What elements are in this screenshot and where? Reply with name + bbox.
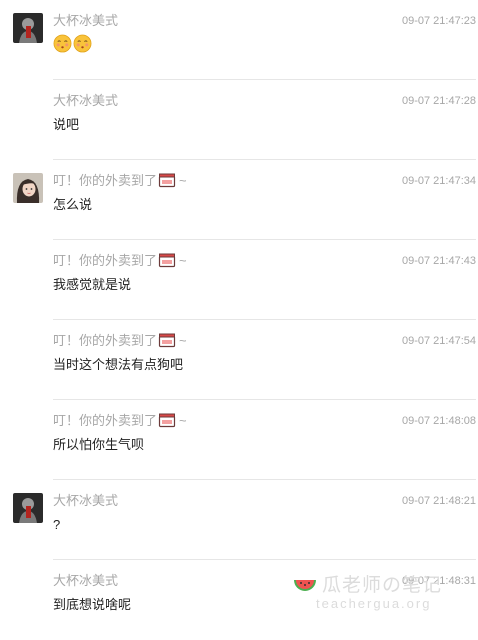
message-content: 所以怕你生气呗 [53,437,145,452]
message-time: 09-07 21:47:43 [401,255,476,267]
sender-name[interactable]: 叮！你的外卖到了 ~ [53,332,187,350]
message-content [53,34,93,53]
message-content: 怎么说 [53,197,93,212]
sender-name-text: 叮！你的外卖到了 [53,413,158,428]
sender-name-text: 叮！你的外卖到了 [53,333,158,348]
chat-message: 叮！你的外卖到了 ~ 09-07 21:47:34 怎么说 [0,160,478,240]
girl-avatar-icon [13,173,43,203]
message-content: 到底想说啥呢 [53,597,132,612]
message-time: 09-07 21:48:21 [401,495,476,507]
watermark-url: teachergua.org [316,596,432,611]
sender-name-text: 叮！你的外卖到了 [53,173,158,188]
sender-suffix: ~ [179,333,187,348]
sender-name[interactable]: 叮！你的外卖到了 ~ [53,252,187,270]
message-time: 09-07 21:47:23 [401,15,476,27]
watermark-title: 瓜老师の笔记 [322,575,443,596]
chat-message: 大杯冰美式 09-07 21:48:21 ? [0,480,478,560]
takeout-box-icon [158,413,176,428]
avatar[interactable] [13,173,43,203]
avatar[interactable] [13,493,43,523]
dark-avatar-icon [13,493,43,523]
kissing-face-icon [53,34,72,53]
sender-name-text: 叮！你的外卖到了 [53,253,158,268]
sender-suffix: ~ [179,173,187,188]
sender-name[interactable]: 叮！你的外卖到了 ~ [53,172,187,190]
avatar[interactable] [13,13,43,43]
message-content: 当时这个想法有点狗吧 [53,357,184,372]
dark-avatar-icon [13,13,43,43]
message-time: 09-07 21:47:34 [401,175,476,187]
watermelon-logo-icon [294,580,316,591]
chat-message: 大杯冰美式 09-07 21:47:28 说吧 [0,80,478,160]
takeout-box-icon [158,333,176,348]
watermark: 瓜老师の笔记 teachergua.org [290,566,470,616]
sender-name[interactable]: 大杯冰美式 [53,572,118,590]
takeout-box-icon [158,173,176,188]
chat-message: 叮！你的外卖到了 ~ 09-07 21:48:08 所以怕你生气呗 [0,400,478,480]
message-time: 09-07 21:47:28 [401,95,476,107]
takeout-box-icon [158,253,176,268]
message-time: 09-07 21:47:54 [401,335,476,347]
chat-message: 叮！你的外卖到了 ~ 09-07 21:47:54 当时这个想法有点狗吧 [0,320,478,400]
message-content: ? [53,517,61,532]
sender-name[interactable]: 大杯冰美式 [53,492,118,510]
sender-name[interactable]: 大杯冰美式 [53,92,118,110]
sender-suffix: ~ [179,253,187,268]
message-content: 说吧 [53,117,80,132]
sender-name[interactable]: 大杯冰美式 [53,12,118,30]
message-content: 我感觉就是说 [53,277,132,292]
chat-message: 大杯冰美式 09-07 21:47:23 [0,0,478,80]
kissing-face-icon [73,34,92,53]
sender-suffix: ~ [179,413,187,428]
sender-name[interactable]: 叮！你的外卖到了 ~ [53,412,187,430]
chat-message: 叮！你的外卖到了 ~ 09-07 21:47:43 我感觉就是说 [0,240,478,320]
message-time: 09-07 21:48:08 [401,415,476,427]
